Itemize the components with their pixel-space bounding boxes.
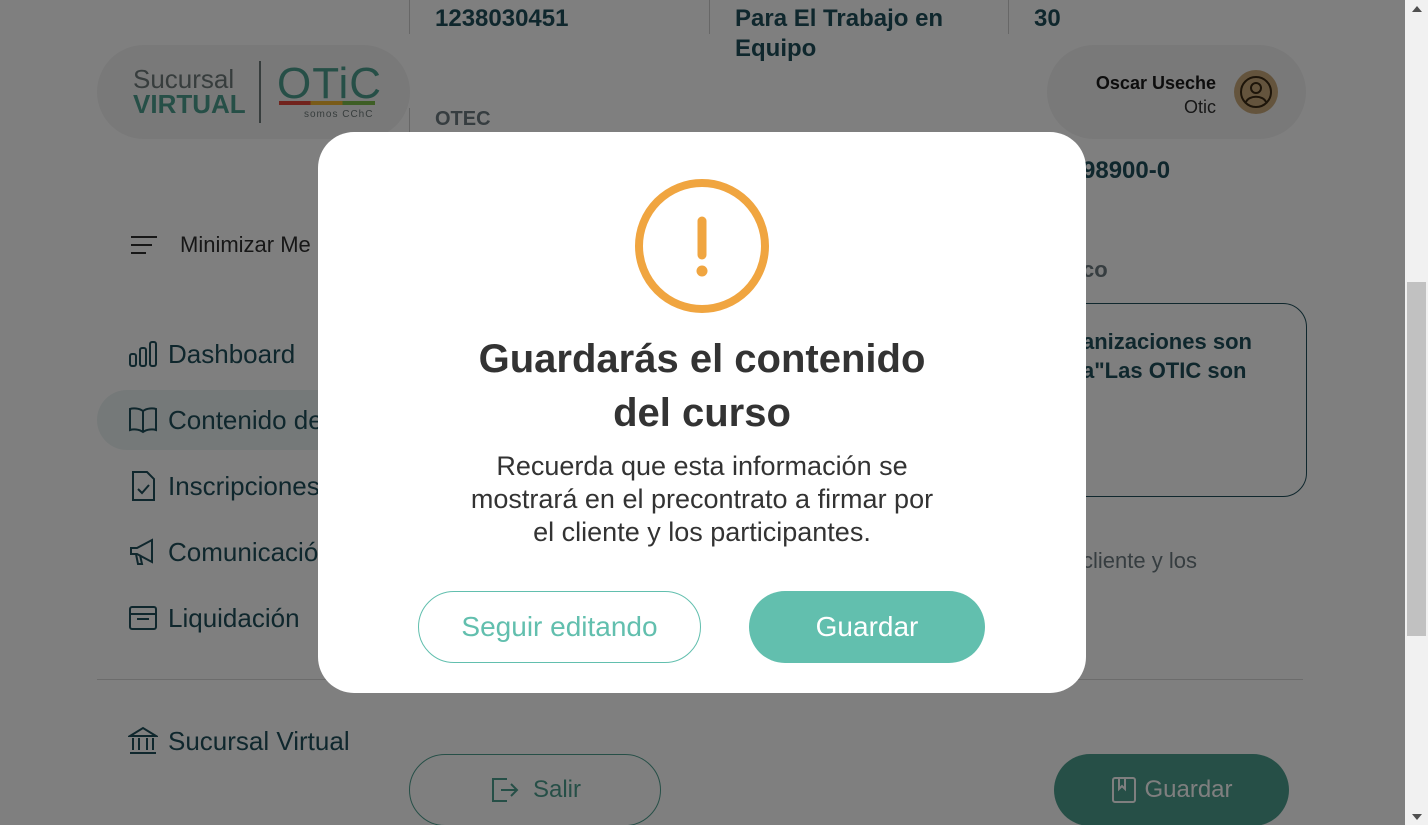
keep-editing-button[interactable]: Seguir editando [418, 591, 701, 663]
warning-circle-icon [635, 179, 769, 313]
confirm-save-dialog: Guardarás el contenido del curso Recuerd… [318, 132, 1086, 693]
scroll-down-arrow-icon[interactable] [1405, 808, 1428, 825]
scroll-up-arrow-icon[interactable] [1405, 0, 1428, 17]
dialog-title: Guardarás el contenido del curso [478, 337, 926, 435]
dialog-message: Recuerda que esta información se mostrar… [470, 451, 934, 547]
confirm-save-button[interactable]: Guardar [749, 591, 985, 663]
scrollbar-thumb[interactable] [1407, 282, 1426, 636]
